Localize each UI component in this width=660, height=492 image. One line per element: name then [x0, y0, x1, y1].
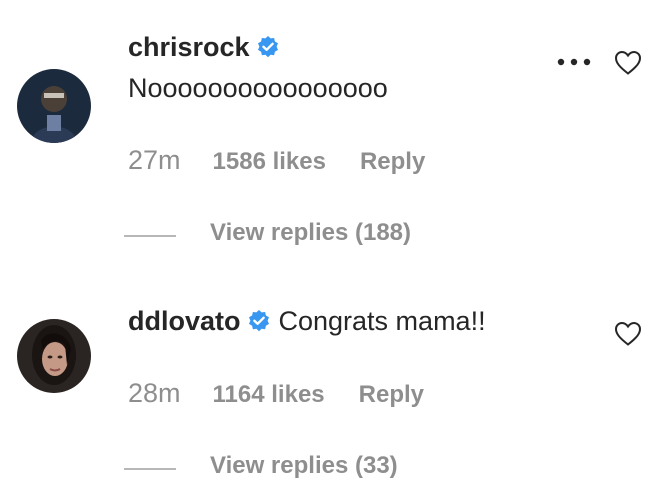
view-replies-button[interactable]: View replies (188) — [124, 218, 411, 251]
likes-count[interactable]: 1586 likes — [213, 148, 326, 175]
comment-item: ddlovato Congrats mama!! 28m 1164 likes Rep… — [0, 260, 660, 492]
username-link[interactable]: ddlovato — [128, 306, 241, 336]
avatar[interactable] — [17, 319, 91, 393]
divider-line — [124, 467, 176, 470]
verified-badge-icon — [247, 307, 271, 341]
view-replies-label: View replies (188) — [210, 219, 411, 246]
comment-header: chrisrock — [128, 30, 288, 67]
comment-timestamp[interactable]: 27m — [128, 145, 181, 175]
comment-header: ddlovato Congrats mama!! — [128, 304, 486, 341]
verified-badge-icon — [256, 33, 280, 67]
reply-button[interactable]: Reply — [360, 148, 425, 175]
avatar[interactable] — [17, 69, 91, 143]
username-link[interactable]: chrisrock — [128, 32, 250, 62]
view-replies-button[interactable]: View replies (33) — [124, 451, 398, 484]
comment-text: Noooooooooooooooo — [128, 73, 388, 103]
more-options-icon[interactable] — [556, 54, 592, 70]
comment-meta: 27m 1586 likes Reply — [128, 143, 425, 182]
view-replies-label: View replies (33) — [210, 452, 398, 479]
heart-icon[interactable] — [614, 321, 642, 347]
reply-button[interactable]: Reply — [359, 381, 424, 408]
comment-timestamp[interactable]: 28m — [128, 378, 181, 408]
comment-item: chrisrock Noooooooooooooooo 27m 1586 like… — [0, 0, 660, 260]
heart-icon[interactable] — [614, 50, 642, 76]
comment-text: Congrats mama!! — [278, 306, 486, 336]
divider-line — [124, 234, 176, 237]
comment-meta: 28m 1164 likes Reply — [128, 376, 424, 415]
likes-count[interactable]: 1164 likes — [213, 381, 325, 408]
